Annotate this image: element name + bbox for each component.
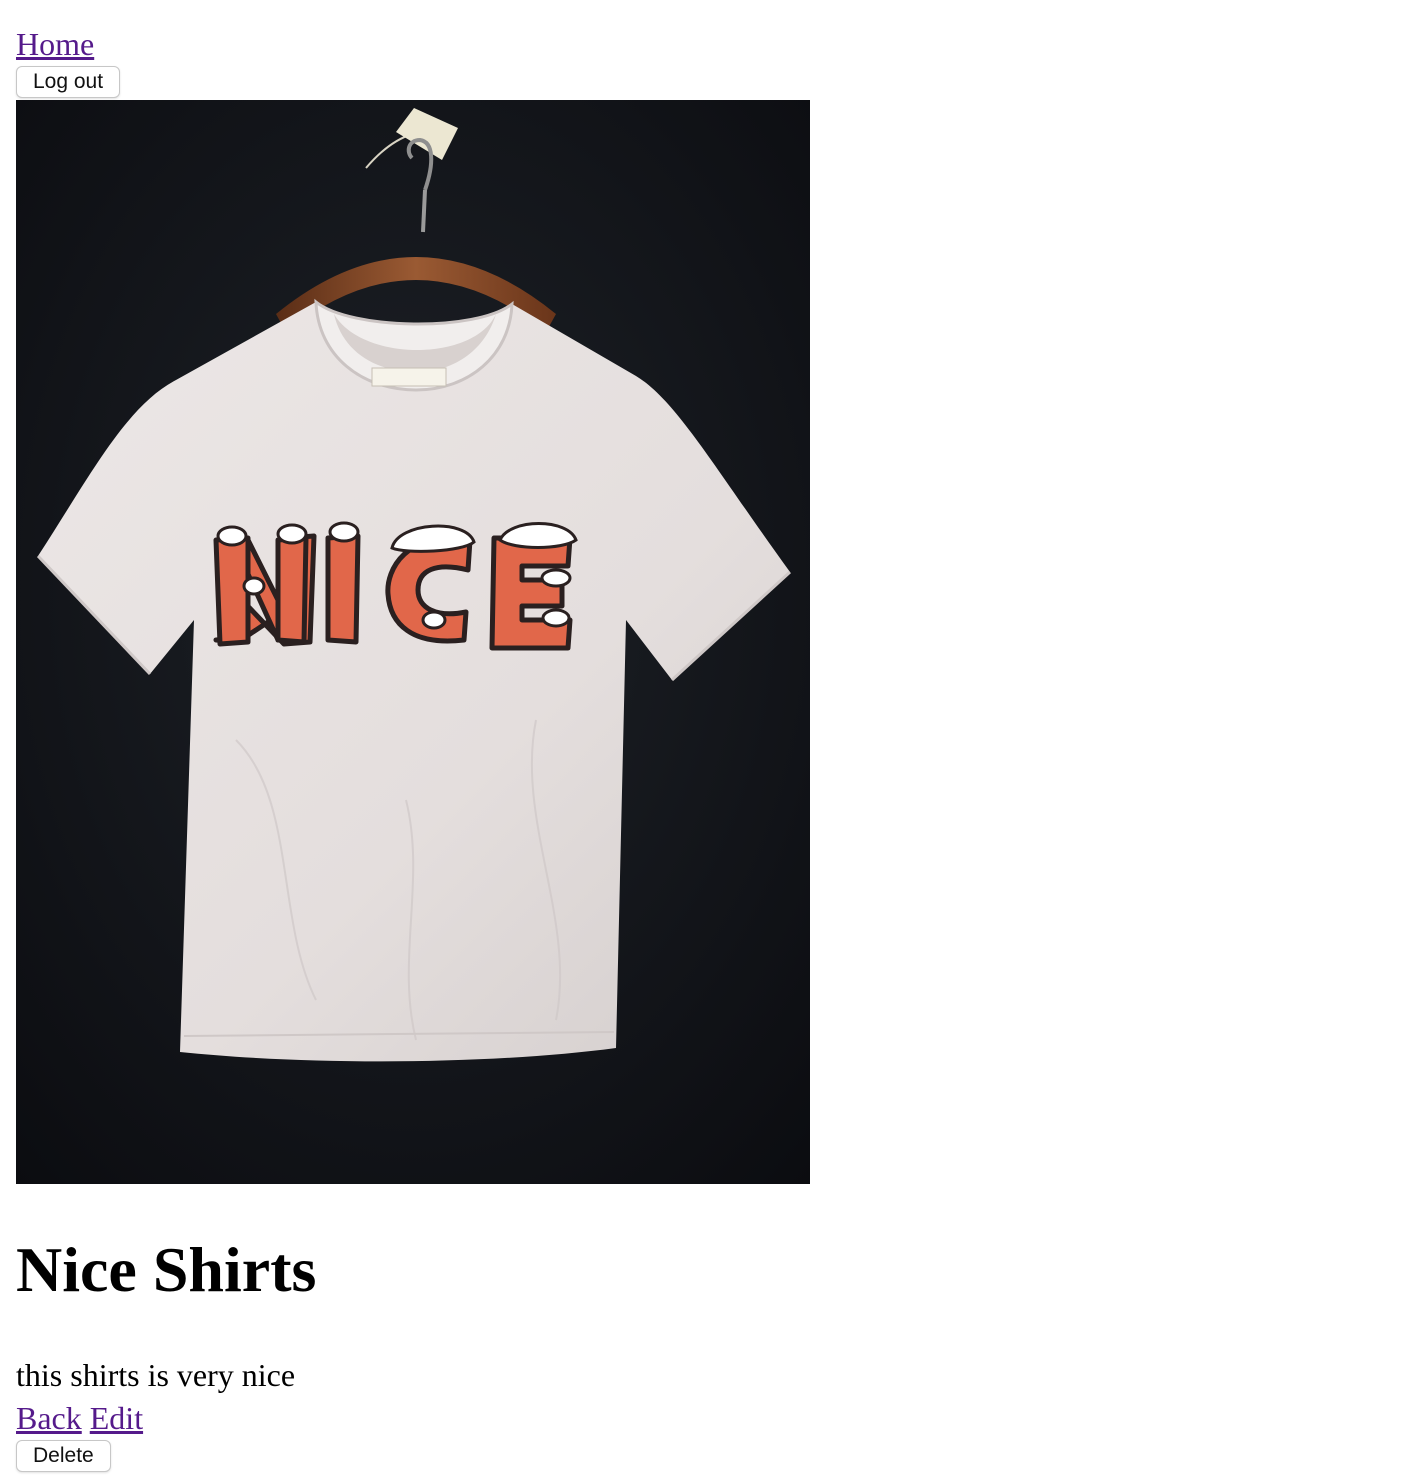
delete-button[interactable]: Delete	[16, 1440, 111, 1472]
action-links: Back Edit	[16, 1399, 143, 1437]
home-link[interactable]: Home	[16, 26, 94, 62]
back-link[interactable]: Back	[16, 1400, 82, 1436]
edit-link[interactable]: Edit	[90, 1400, 143, 1436]
product-title: Nice Shirts	[16, 1234, 317, 1305]
product-image	[16, 100, 810, 1184]
product-description: this shirts is very nice	[16, 1357, 296, 1393]
logout-button[interactable]: Log out	[16, 66, 121, 98]
